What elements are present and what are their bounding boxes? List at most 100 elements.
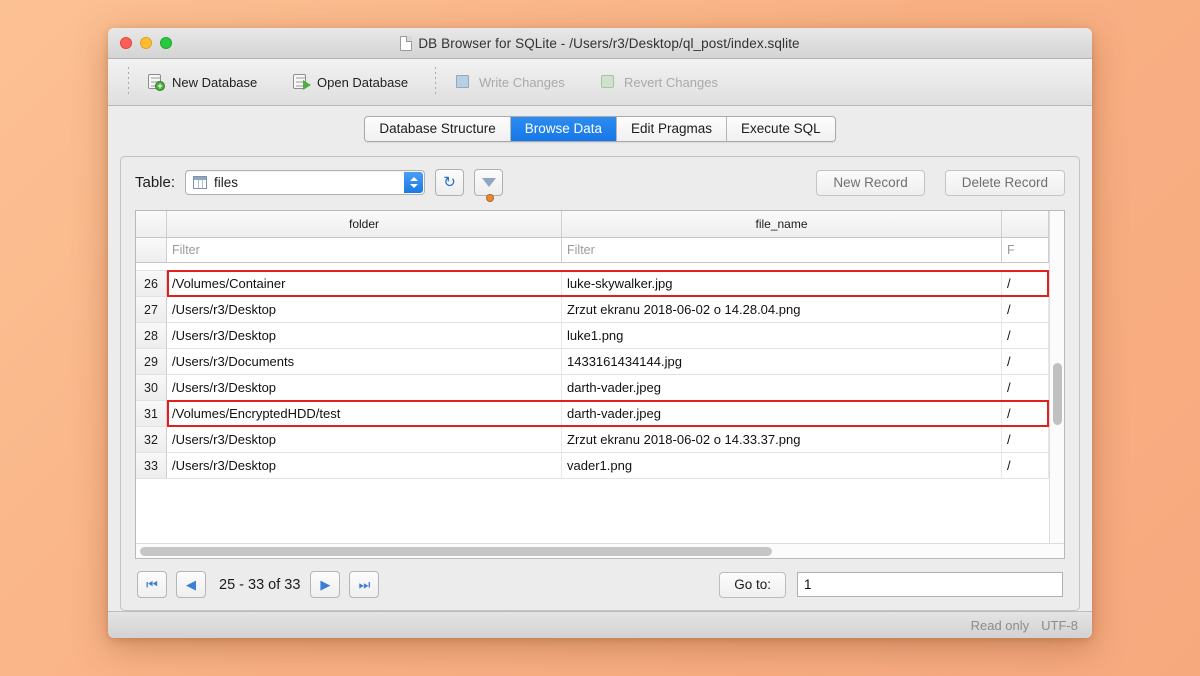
delete-record-button[interactable]: Delete Record	[944, 169, 1065, 196]
chevron-updown-icon[interactable]	[404, 172, 424, 193]
clear-filters-button[interactable]	[474, 169, 504, 202]
last-page-button[interactable]: ⏭	[349, 571, 380, 598]
title-bar: DB Browser for SQLite - /Users/r3/Deskto…	[108, 28, 1092, 59]
cell-third[interactable]: /	[1002, 375, 1049, 400]
filter-input-folder[interactable]: Filter	[167, 238, 562, 263]
header-folder[interactable]: folder	[167, 211, 562, 238]
cell-third[interactable]: /	[1002, 453, 1049, 478]
write-changes-button[interactable]: Write Changes	[444, 70, 589, 94]
write-changes-label: Write Changes	[479, 74, 565, 90]
cell-folder[interactable]: /Volumes/EncryptedHDD/test	[167, 401, 562, 426]
cell-third[interactable]: /	[1002, 401, 1049, 426]
horizontal-scrollbar[interactable]	[136, 543, 1064, 558]
cell-folder[interactable]: /Users/r3/Desktop	[167, 375, 562, 400]
cell-third[interactable]: /	[1002, 427, 1049, 452]
cell-file-name[interactable]: luke-skywalker.jpg	[562, 271, 1002, 296]
cell-file-name[interactable]: vader1.png	[562, 453, 1002, 478]
cell-third[interactable]: /	[1002, 323, 1049, 348]
vertical-scrollbar-thumb[interactable]	[1053, 363, 1062, 425]
table-row[interactable]: 33/Users/r3/Desktop vader1.png /	[136, 453, 1049, 479]
table-row-partial[interactable]	[136, 263, 1049, 271]
table-row[interactable]: 27/Users/r3/Desktop Zrzut ekranu 2018-06-…	[136, 297, 1049, 323]
tab-execute-sql[interactable]: Execute SQL	[727, 117, 835, 141]
tab-edit-pragmas[interactable]: Edit Pragmas	[617, 117, 728, 141]
last-page-icon: ⏭	[358, 577, 371, 592]
filter-placeholder-folder: Filter	[172, 243, 200, 257]
window-controls	[108, 37, 172, 49]
go-to-input[interactable]: 1	[797, 572, 1063, 597]
filter-input-file-name[interactable]: Filter	[562, 238, 1002, 263]
close-button[interactable]	[120, 37, 132, 49]
previous-page-icon: ◀	[186, 577, 196, 592]
go-to-button[interactable]: Go to:	[719, 571, 786, 598]
grid-header-row: folder file_name	[136, 211, 1049, 238]
grid-main: folder file_name Filter Filter F 26 /Vol…	[136, 211, 1049, 543]
revert-changes-button[interactable]: Revert Changes	[589, 70, 734, 94]
maximize-button[interactable]	[160, 37, 172, 49]
new-database-button[interactable]: + New Database	[137, 70, 282, 94]
status-bar: Read only UTF-8	[108, 611, 1092, 638]
table-row[interactable]: 26/Volumes/Container luke-skywalker.jpg /	[136, 270, 1049, 297]
revert-changes-icon	[599, 73, 617, 91]
cell-folder[interactable]: /Users/r3/Desktop	[167, 297, 562, 322]
filter-placeholder-third: F	[1007, 243, 1015, 257]
toolbar-grip[interactable]	[128, 67, 129, 97]
row-number[interactable]: 31	[136, 401, 167, 426]
header-file-name[interactable]: file_name	[562, 211, 1002, 238]
table-select[interactable]: files	[185, 170, 426, 195]
table-grid-icon	[193, 176, 208, 189]
cell-file-name[interactable]: darth-vader.jpeg	[562, 375, 1002, 400]
cell-file-name[interactable]: darth-vader.jpeg	[562, 401, 1002, 426]
tab-bar: Database Structure Browse Data Edit Prag…	[364, 116, 836, 142]
cell-file-name[interactable]: Zrzut ekranu 2018-06-02 o 14.33.37.png	[562, 427, 1002, 452]
table-row[interactable]: 32/Users/r3/Desktop Zrzut ekranu 2018-06-…	[136, 427, 1049, 453]
row-number[interactable]: 27	[136, 297, 167, 322]
previous-page-button[interactable]: ◀	[176, 571, 206, 598]
first-page-button[interactable]: ⏮	[137, 571, 167, 598]
cell-third[interactable]: /	[1002, 349, 1049, 374]
table-row[interactable]: 31/Volumes/EncryptedHDD/test darth-vader.…	[136, 400, 1049, 427]
write-changes-icon	[454, 73, 472, 91]
new-database-icon: +	[147, 73, 165, 91]
minimize-button[interactable]	[140, 37, 152, 49]
new-record-button[interactable]: New Record	[816, 169, 925, 196]
horizontal-scrollbar-thumb[interactable]	[140, 547, 772, 556]
tab-browse-data[interactable]: Browse Data	[510, 117, 617, 141]
vertical-scrollbar[interactable]	[1049, 211, 1064, 543]
filter-input-third[interactable]: F	[1002, 238, 1049, 263]
data-grid: folder file_name Filter Filter F 26 /Vol…	[135, 210, 1065, 559]
row-number[interactable]: 26	[136, 271, 167, 296]
cell-folder[interactable]: /Users/r3/Desktop	[167, 427, 562, 452]
cell-file-name[interactable]: luke1.png	[562, 323, 1002, 348]
open-database-icon	[292, 73, 311, 91]
table-label: Table:	[135, 174, 176, 191]
open-database-button[interactable]: Open Database	[282, 70, 427, 94]
cell-file-name[interactable]: 1433161434144.jpg	[562, 349, 1002, 374]
refresh-icon: ↻	[443, 174, 456, 191]
table-row[interactable]: 28/Users/r3/Desktop luke1.png /	[136, 323, 1049, 349]
tab-bar-container: Database Structure Browse Data Edit Prag…	[120, 116, 1080, 142]
cell-folder[interactable]: /Users/r3/Documents	[167, 349, 562, 374]
app-window: DB Browser for SQLite - /Users/r3/Deskto…	[108, 28, 1092, 638]
row-number[interactable]: 28	[136, 323, 167, 348]
cell-folder[interactable]: /Users/r3/Desktop	[167, 453, 562, 478]
table-row[interactable]: 30/Users/r3/Desktop darth-vader.jpeg /	[136, 375, 1049, 401]
cell-third[interactable]: /	[1002, 297, 1049, 322]
next-page-button[interactable]: ▶	[310, 571, 341, 598]
cell-file-name[interactable]: Zrzut ekranu 2018-06-02 o 14.28.04.png	[562, 297, 1002, 322]
refresh-button[interactable]: ↻	[435, 169, 465, 196]
grid-filter-row: Filter Filter F	[136, 238, 1049, 263]
cell-folder[interactable]: /Users/r3/Desktop	[167, 323, 562, 348]
cell-third[interactable]: /	[1002, 271, 1049, 296]
row-number[interactable]: 33	[136, 453, 167, 478]
tab-database-structure[interactable]: Database Structure	[365, 117, 511, 141]
header-third-column[interactable]	[1002, 211, 1049, 238]
grid-rows: 26/Volumes/Container luke-skywalker.jpg/2…	[136, 263, 1049, 543]
cell-folder[interactable]: /Volumes/Container	[167, 271, 562, 296]
new-database-label: New Database	[172, 74, 258, 90]
table-row[interactable]: 29/Users/r3/Documents 1433161434144.jpg /	[136, 349, 1049, 375]
row-number[interactable]: 32	[136, 427, 167, 452]
browse-data-pane: Table: files ↻ New Record Delete Record	[120, 156, 1080, 611]
row-number[interactable]: 30	[136, 375, 167, 400]
row-number[interactable]: 29	[136, 349, 167, 374]
